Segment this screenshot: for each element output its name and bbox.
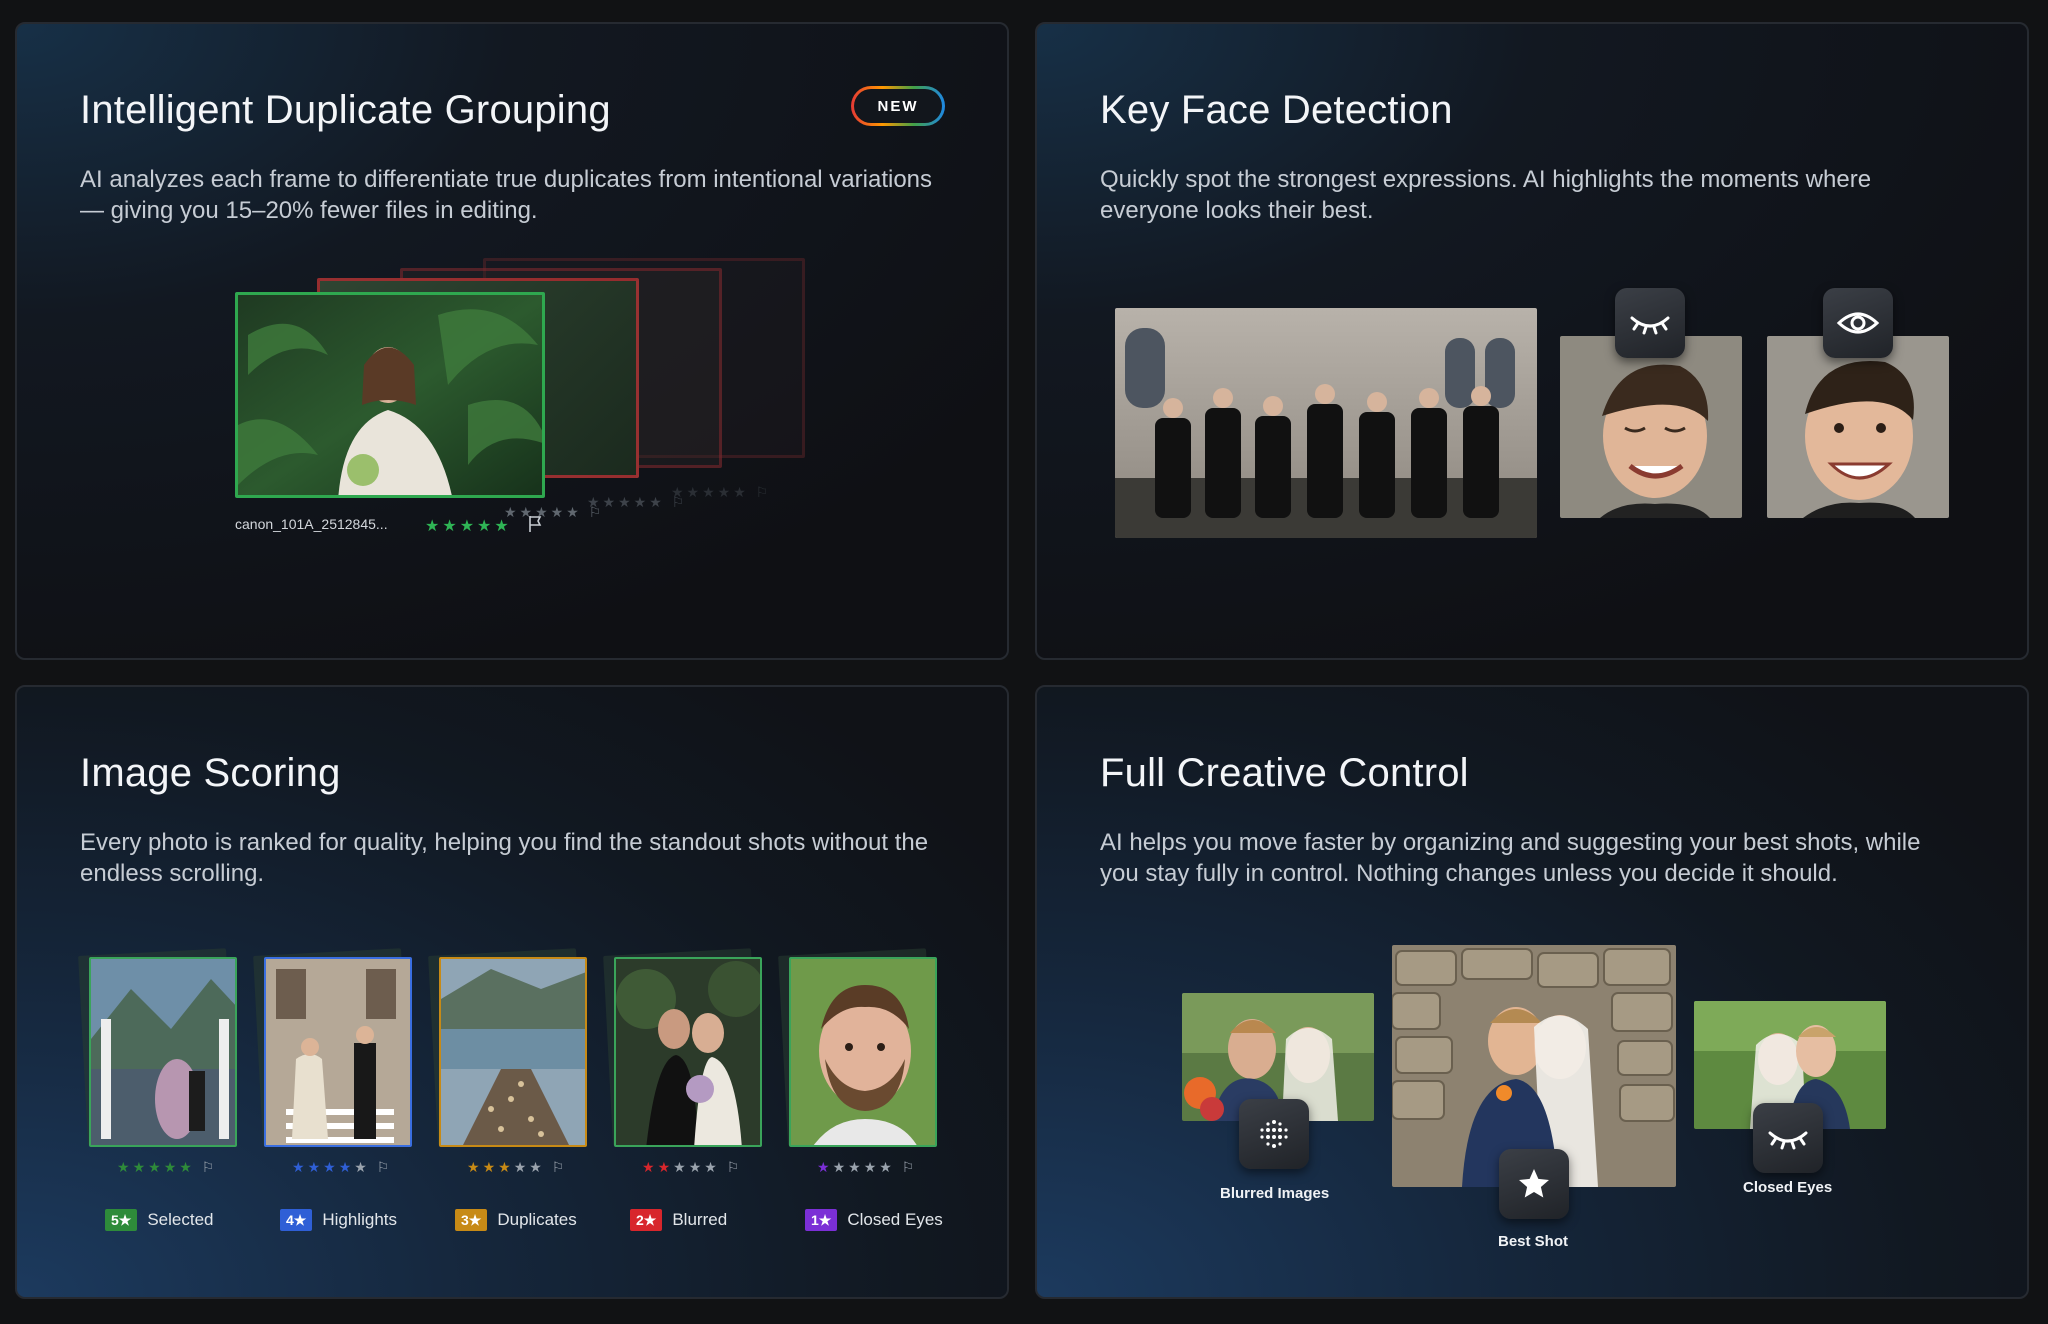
score-label-text: Closed Eyes [847, 1210, 943, 1229]
score-star[interactable]: ★ [164, 1159, 180, 1175]
duplicate-rating[interactable]: ★★★★★ [425, 516, 512, 536]
duplicate-filename: canon_101A_2512845... [235, 516, 388, 532]
score-rating-stars[interactable]: ★★★★★ ⚐ [467, 1159, 567, 1176]
score-star[interactable]: ★ [673, 1159, 689, 1175]
flag-icon[interactable]: ⚐ [370, 1159, 392, 1175]
score-star[interactable]: ★ [179, 1159, 195, 1175]
flag-icon[interactable]: ⚐ [545, 1159, 567, 1175]
score-rating-stars[interactable]: ★★★★★ ⚐ [642, 1159, 742, 1176]
card-title: Full Creative Control [1100, 751, 1469, 795]
card-description: Quickly spot the strongest expressions. … [1100, 166, 1872, 224]
score-rating-stars[interactable]: ★★★★★ ⚐ [117, 1159, 217, 1176]
score-chip: 4★ [280, 1209, 313, 1231]
card-description: Every photo is ranked for quality, helpi… [80, 829, 929, 887]
blurred-images-label: Blurred Images [1220, 1185, 1330, 1202]
score-label-text: Selected [147, 1210, 214, 1229]
score-category-label: 1★ Closed Eyes [805, 1209, 943, 1231]
group-photo[interactable] [1115, 308, 1537, 538]
score-label-text: Highlights [322, 1210, 397, 1229]
blurred-tile [1239, 1099, 1309, 1169]
flag-icon[interactable]: ⚐ [720, 1159, 742, 1175]
score-star[interactable]: ★ [133, 1159, 149, 1175]
flag-icon[interactable] [527, 515, 543, 533]
card-description: AI helps you move faster by organizing a… [1100, 829, 1921, 887]
score-chip: 1★ [805, 1209, 838, 1231]
score-star[interactable]: ★ [642, 1159, 658, 1175]
score-category-label: 2★ Blurred [630, 1209, 727, 1231]
closed-eye-icon [1630, 316, 1670, 335]
score-star[interactable]: ★ [529, 1159, 545, 1175]
score-chip: 3★ [455, 1209, 488, 1231]
score-photo[interactable] [264, 957, 412, 1147]
score-star[interactable]: ★ [704, 1159, 720, 1175]
closed-eyes-label: Closed Eyes [1743, 1179, 1833, 1196]
score-star[interactable]: ★ [658, 1159, 674, 1175]
open-eye-tile [1823, 288, 1893, 358]
score-star[interactable]: ★ [308, 1159, 324, 1175]
face-closed-eyes-photo[interactable] [1560, 336, 1742, 518]
face-open-eyes-photo[interactable] [1767, 336, 1949, 518]
card-creative-control: Full Creative Control AI helps you move … [1035, 685, 2029, 1299]
new-badge: NEW [851, 86, 945, 126]
card-image-scoring: Image Scoring Every photo is ranked for … [15, 685, 1009, 1299]
star-icon [1519, 1169, 1549, 1198]
best-shot-tile [1499, 1149, 1569, 1219]
closed-eye-icon [1768, 1131, 1808, 1150]
card-title: Image Scoring [80, 751, 341, 795]
score-photo[interactable] [439, 957, 587, 1147]
score-star[interactable]: ★ [339, 1159, 355, 1175]
score-star[interactable]: ★ [817, 1159, 833, 1175]
flag-icon[interactable]: ⚐ [895, 1159, 917, 1175]
score-star[interactable]: ★ [833, 1159, 849, 1175]
score-star[interactable]: ★ [514, 1159, 530, 1175]
score-star[interactable]: ★ [864, 1159, 880, 1175]
score-star[interactable]: ★ [498, 1159, 514, 1175]
score-photo[interactable] [614, 957, 762, 1147]
open-eye-icon [1836, 312, 1880, 334]
score-star[interactable]: ★ [117, 1159, 133, 1175]
score-photo[interactable] [789, 957, 937, 1147]
duplicate-main-photo[interactable] [235, 292, 545, 498]
score-chip: 2★ [630, 1209, 663, 1231]
score-star[interactable]: ★ [848, 1159, 864, 1175]
best-shot-label: Best Shot [1498, 1233, 1569, 1250]
score-rating-stars[interactable]: ★★★★★ ⚐ [292, 1159, 392, 1176]
score-star[interactable]: ★ [292, 1159, 308, 1175]
card-description: AI analyzes each frame to differentiate … [80, 166, 933, 224]
blur-dots-icon [1260, 1120, 1288, 1148]
card-title: Key Face Detection [1100, 88, 1453, 132]
closed-eye-tile [1615, 288, 1685, 358]
score-star[interactable]: ★ [354, 1159, 370, 1175]
card-duplicate-grouping: Intelligent Duplicate Grouping NEW AI an… [15, 22, 1009, 660]
card-face-detection: Key Face Detection Quickly spot the stro… [1035, 22, 2029, 660]
score-photo[interactable] [89, 957, 237, 1147]
closed-eyes-tile [1753, 1103, 1823, 1173]
score-star[interactable]: ★ [467, 1159, 483, 1175]
score-star[interactable]: ★ [323, 1159, 339, 1175]
score-category-label: 4★ Highlights [280, 1209, 397, 1231]
score-star[interactable]: ★ [148, 1159, 164, 1175]
score-label-text: Duplicates [497, 1210, 577, 1229]
score-category-label: 5★ Selected [105, 1209, 214, 1231]
score-star[interactable]: ★ [689, 1159, 705, 1175]
score-label-text: Blurred [672, 1210, 728, 1229]
score-star[interactable]: ★ [483, 1159, 499, 1175]
flag-icon[interactable]: ⚐ [195, 1159, 217, 1175]
duplicate-stars: ★★★★★ ⚐ [504, 504, 605, 520]
card-title: Intelligent Duplicate Grouping [80, 88, 611, 132]
score-rating-stars[interactable]: ★★★★★ ⚐ [817, 1159, 917, 1176]
score-star[interactable]: ★ [879, 1159, 895, 1175]
score-category-label: 3★ Duplicates [455, 1209, 577, 1231]
score-chip: 5★ [105, 1209, 138, 1231]
